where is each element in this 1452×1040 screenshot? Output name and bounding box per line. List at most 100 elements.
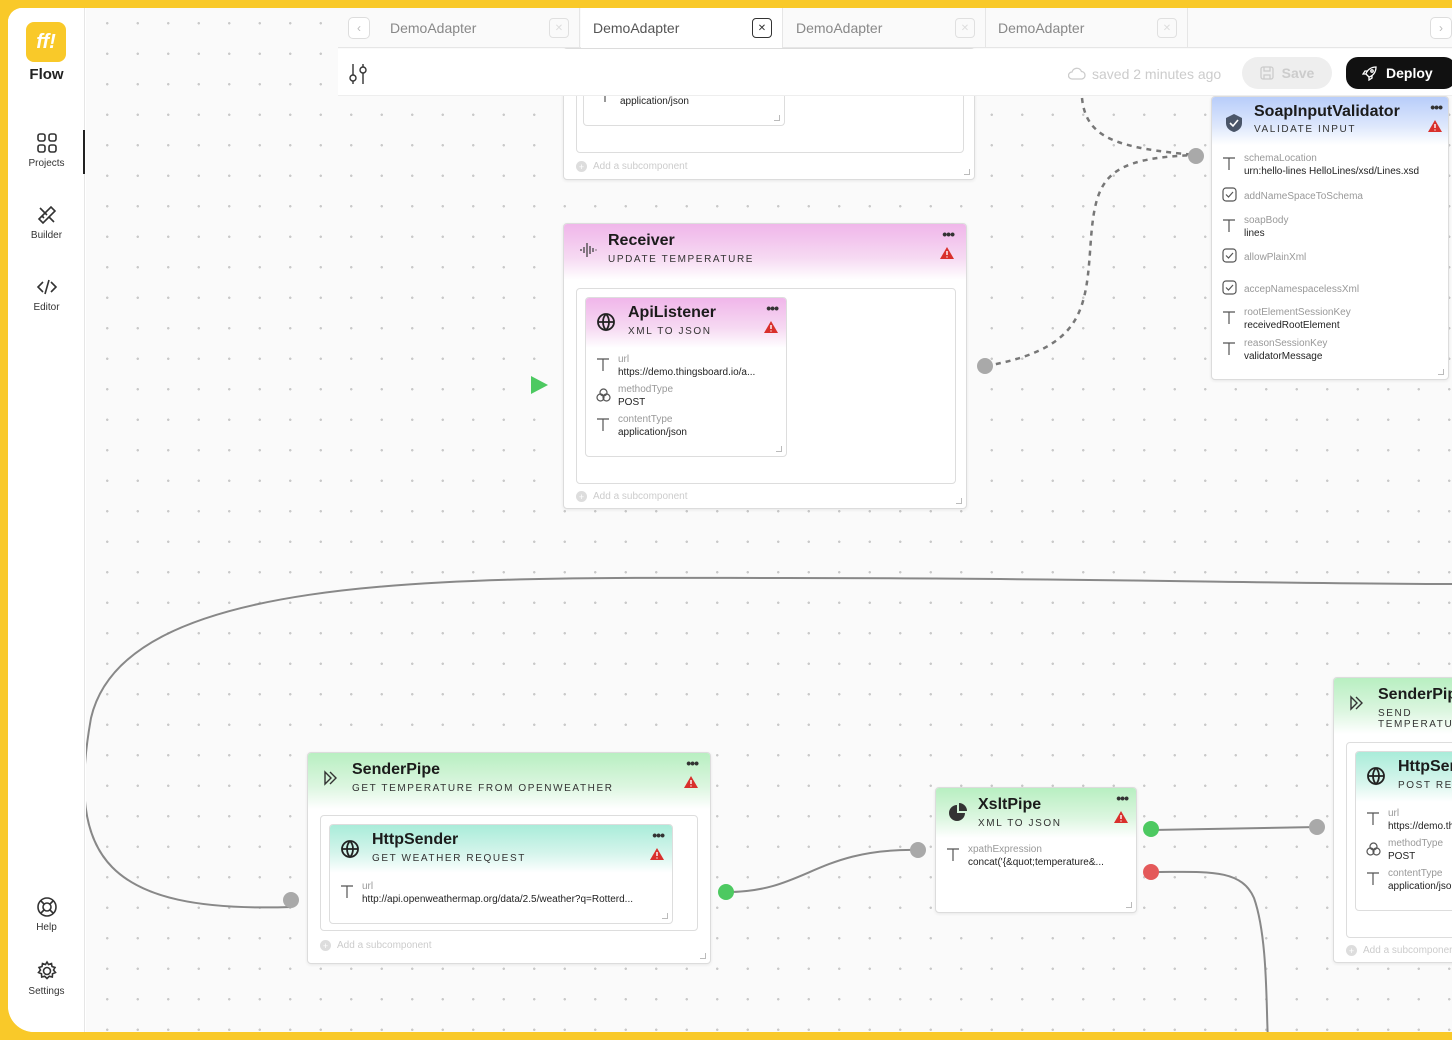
plus-icon: + [1346, 945, 1357, 956]
sender-right-input-handle[interactable] [1309, 819, 1325, 835]
pencil-ruler-icon [37, 205, 56, 225]
text-type-icon [596, 418, 610, 435]
forward-icon [1348, 695, 1364, 716]
start-play-icon[interactable] [529, 375, 549, 400]
options-type-icon [1366, 842, 1381, 859]
close-icon[interactable]: ✕ [1157, 18, 1177, 38]
grid-icon [36, 133, 57, 153]
sidebar-item-help[interactable]: Help [8, 896, 85, 933]
close-icon[interactable]: ✕ [549, 18, 569, 38]
app-logo[interactable]: ff! [26, 22, 66, 62]
node-subtitle: XML TO JSON [628, 326, 712, 337]
sidebar-item-label: Settings [28, 986, 65, 997]
text-type-icon [340, 885, 354, 902]
receiver-output-handle[interactable] [977, 358, 993, 374]
node-receiver[interactable]: Receiver UPDATE TEMPERATURE ••• ApiListe… [563, 223, 967, 509]
close-icon[interactable]: ✕ [752, 18, 772, 38]
node-senderpipe-weather[interactable]: SenderPipe GET TEMPERATURE FROM OPENWEAT… [307, 752, 711, 964]
resize-grip[interactable] [956, 498, 962, 504]
subcomponent-box: application/json [576, 89, 964, 153]
save-button[interactable]: Save [1242, 57, 1332, 89]
node-apilistener[interactable]: ApiListener XML TO JSON ••• url https://… [585, 297, 787, 457]
xslt-exception-handle[interactable] [1143, 864, 1159, 880]
more-menu-icon[interactable]: ••• [1430, 99, 1443, 115]
add-subcomponent-button[interactable]: + Add a subcomponent [576, 161, 688, 172]
plus-icon: + [576, 161, 587, 172]
checkbox-icon[interactable] [1222, 248, 1237, 266]
sidebar-item-label: Help [36, 922, 57, 933]
warning-icon[interactable] [940, 246, 954, 264]
add-subcomponent-button[interactable]: + Add a subcomponent [576, 491, 688, 502]
warning-icon[interactable] [1428, 119, 1442, 137]
xslt-success-handle[interactable] [1143, 821, 1159, 837]
sidebar-item-editor[interactable]: Editor [8, 276, 85, 313]
node-title: SenderPipe [352, 761, 441, 778]
node-title: HttpSender [1398, 758, 1452, 775]
sidebar-item-settings[interactable]: Settings [8, 960, 85, 997]
warning-icon[interactable] [764, 320, 778, 338]
tab-scroll-left-button[interactable]: ‹ [348, 17, 370, 39]
resize-grip[interactable] [774, 115, 780, 121]
warning-icon[interactable] [684, 775, 698, 793]
node-soapinputvalidator[interactable]: SoapInputValidator VALIDATE INPUT ••• sc… [1211, 96, 1449, 380]
text-type-icon [1366, 872, 1380, 889]
tab-demoadapter-3[interactable]: DemoAdapter ✕ [784, 8, 986, 48]
more-menu-icon[interactable]: ••• [942, 226, 955, 242]
rocket-icon [1361, 66, 1377, 84]
tab-scroll-right-button[interactable]: › [1430, 17, 1452, 39]
node-xsltpipe[interactable]: XsltPipe XML TO JSON ••• xpathExpression… [935, 787, 1137, 913]
node-subtitle: XML TO JSON [978, 818, 1062, 829]
tab-demoadapter-4[interactable]: DemoAdapter ✕ [986, 8, 1188, 48]
node-subtitle: GET TEMPERATURE FROM OPENWEATHER [352, 783, 614, 794]
checkbox-icon[interactable] [1222, 187, 1237, 205]
more-menu-icon[interactable]: ••• [1116, 790, 1129, 806]
text-type-icon [946, 848, 960, 865]
node-header: Receiver UPDATE TEMPERATURE ••• [564, 224, 966, 280]
wire-receiver-to-soap [985, 153, 1197, 368]
node-title: HttpSender [372, 831, 459, 848]
resize-grip[interactable] [700, 953, 706, 959]
add-subcomponent-button[interactable]: + Add a subcomponent [320, 940, 432, 951]
text-type-icon [1222, 219, 1236, 236]
text-type-icon [596, 358, 610, 375]
more-menu-icon[interactable]: ••• [766, 300, 779, 316]
sidebar-item-builder[interactable]: Builder [8, 204, 85, 241]
more-menu-icon[interactable]: ••• [652, 827, 665, 843]
node-subtitle: SEND TEMPERATURE [1378, 708, 1452, 730]
resize-grip[interactable] [1126, 902, 1132, 908]
xslt-input-handle[interactable] [910, 842, 926, 858]
flow-canvas[interactable]: application/json + Add a subcomponent Rec… [86, 8, 1452, 1032]
node-header: SoapInputValidator VALIDATE INPUT ••• [1212, 97, 1448, 145]
soundwave-icon [578, 240, 598, 265]
sidebar-item-label: Editor [33, 302, 60, 313]
tab-demoadapter-2[interactable]: DemoAdapter ✕ [581, 8, 783, 48]
tab-demoadapter-1[interactable]: DemoAdapter ✕ [378, 8, 580, 48]
sliders-icon[interactable] [348, 63, 368, 90]
deploy-button[interactable]: Deploy [1346, 57, 1452, 89]
warning-icon[interactable] [1114, 810, 1128, 828]
sidebar-item-label: Builder [30, 230, 63, 241]
node-senderpipe-right[interactable]: SenderPipe SEND TEMPERATURE HttpSender P… [1333, 677, 1452, 963]
warning-icon[interactable] [650, 847, 664, 865]
sender-weather-input-handle[interactable] [283, 892, 299, 908]
close-icon[interactable]: ✕ [955, 18, 975, 38]
wire-xslt-exception [1152, 870, 1269, 1032]
sender-weather-success-handle[interactable] [718, 884, 734, 900]
add-subcomponent-button[interactable]: + Add a subcomponent [1346, 945, 1452, 956]
subcomponent-box: HttpSender POST REQUEST url https://demo… [1346, 742, 1452, 938]
node-httpsender-post[interactable]: HttpSender POST REQUEST url https://demo… [1355, 751, 1452, 911]
wire-sender-to-xslt [726, 848, 919, 893]
sidebar-item-projects[interactable]: Projects [8, 132, 85, 169]
node-httpsender-weather[interactable]: HttpSender GET WEATHER REQUEST ••• url h… [329, 824, 673, 924]
resize-grip[interactable] [662, 913, 668, 919]
text-type-icon [1222, 342, 1236, 359]
resize-grip[interactable] [1438, 369, 1444, 375]
more-menu-icon[interactable]: ••• [686, 755, 699, 771]
checkbox-icon[interactable] [1222, 280, 1237, 298]
gear-icon [36, 960, 57, 980]
saved-status: saved 2 minutes ago [1068, 66, 1221, 82]
soap-input-handle[interactable] [1188, 148, 1204, 164]
node-header: SenderPipe SEND TEMPERATURE [1334, 678, 1452, 734]
resize-grip[interactable] [776, 446, 782, 452]
resize-grip[interactable] [964, 169, 970, 175]
